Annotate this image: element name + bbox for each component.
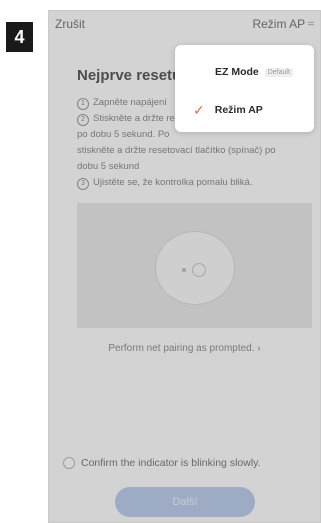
- dropdown-item-label: Režim AP: [214, 104, 263, 116]
- dropdown-item-label: EZ Mode: [215, 66, 259, 78]
- phone-screen: Zrušit Režim AP = Nejprve resetu 1 Zapnět…: [48, 10, 321, 523]
- default-badge: Default: [264, 67, 293, 77]
- step-number-badge: 4: [6, 22, 33, 52]
- dropdown-item-ap-mode[interactable]: ✓ Režim AP: [175, 95, 314, 125]
- dropdown-item-ez-mode[interactable]: EZ Mode Default: [175, 57, 314, 87]
- mode-dropdown: EZ Mode Default ✓ Režim AP: [175, 45, 314, 132]
- check-icon: ✓: [193, 101, 205, 118]
